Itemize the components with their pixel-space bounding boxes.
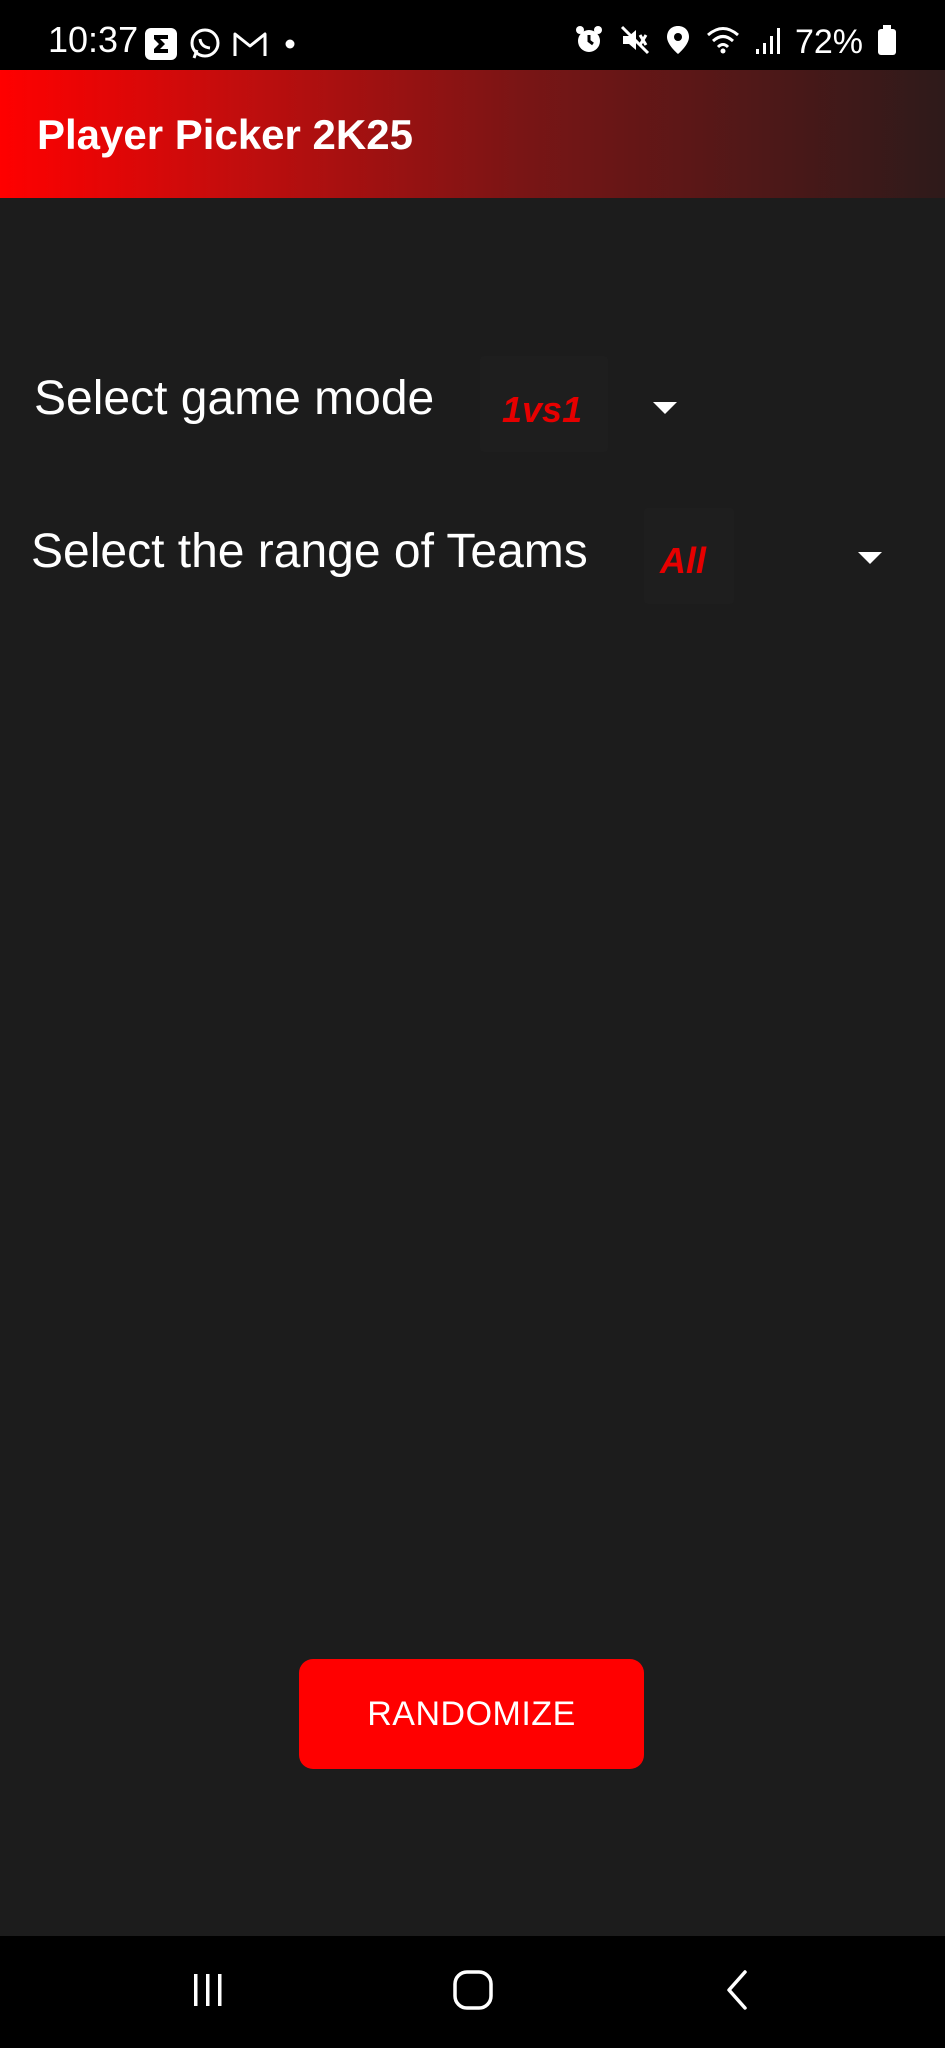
recent-apps-button[interactable] xyxy=(163,1956,253,2028)
randomize-button[interactable]: RANDOMIZE xyxy=(299,1659,644,1769)
wifi-icon xyxy=(705,25,741,60)
team-range-label: Select the range of Teams xyxy=(31,525,588,578)
battery-percentage: 72% xyxy=(794,23,863,61)
game-mode-selected-value: 1vs1 xyxy=(502,389,583,430)
chevron-down-icon xyxy=(653,402,677,414)
signal-icon xyxy=(755,25,781,60)
chevron-down-icon xyxy=(858,552,882,564)
navigation-bar xyxy=(0,1936,945,2048)
app-bar: Player Picker 2K25 xyxy=(0,70,945,198)
whatsapp-icon xyxy=(188,27,222,66)
back-icon xyxy=(717,1968,757,2017)
status-time: 10:37 xyxy=(48,19,139,60)
game-mode-label: Select game mode xyxy=(34,372,435,425)
team-range-dropdown[interactable]: All xyxy=(638,508,898,604)
location-icon xyxy=(665,24,691,61)
mute-icon xyxy=(619,24,651,61)
team-range-selected-value: All xyxy=(660,540,707,581)
game-mode-dropdown[interactable]: 1vs1 xyxy=(470,356,690,452)
back-button[interactable] xyxy=(692,1956,782,2028)
app-title: Player Picker 2K25 xyxy=(37,111,413,158)
system-status-icons: 72% xyxy=(573,22,897,62)
recent-apps-icon xyxy=(188,1970,228,2015)
alarm-icon xyxy=(573,24,605,61)
status-bar: 10:37 72% xyxy=(0,0,945,70)
main-content: Select game mode 1vs1 Select the range o… xyxy=(0,198,945,1936)
battery-icon xyxy=(877,24,897,61)
home-icon xyxy=(451,1968,495,2017)
home-button[interactable] xyxy=(428,1956,518,2028)
notification-icons xyxy=(144,26,302,66)
gmail-icon xyxy=(232,29,268,64)
dot-icon xyxy=(278,32,302,61)
sigma-icon xyxy=(144,27,178,66)
